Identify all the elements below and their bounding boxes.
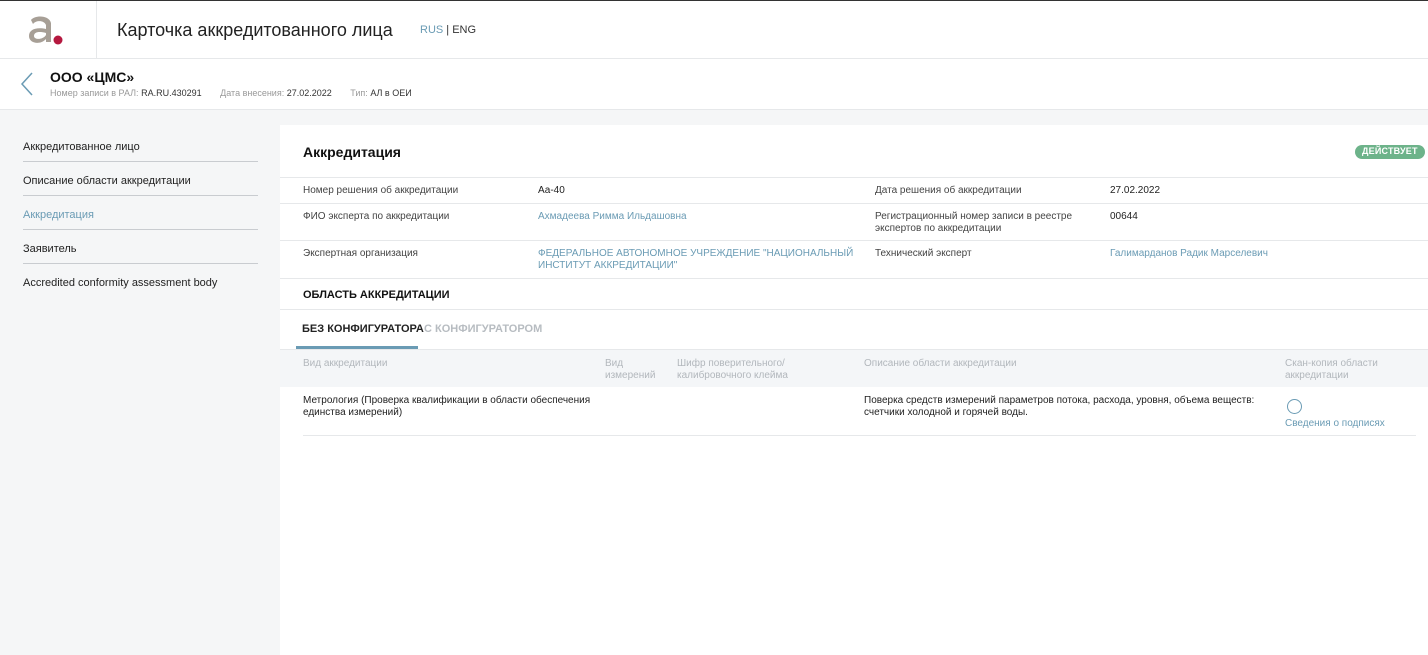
- cell-type: Метрология (Проверка квалификации в обла…: [303, 395, 590, 419]
- circle-icon[interactable]: [1287, 399, 1302, 414]
- card-title: Аккредитация: [303, 144, 401, 160]
- decision-date-value: 27.02.2022: [1110, 185, 1161, 196]
- divider: [280, 278, 1428, 279]
- tech-expert-link[interactable]: Галимарданов Радик Марселевич: [1110, 248, 1268, 260]
- tab-with-configurator[interactable]: С КОНФИГУРАТОРОМ: [424, 323, 542, 335]
- accreditation-card: Аккредитация ДЕЙСТВУЕТ Номер решения об …: [280, 125, 1428, 655]
- table-header: Вид аккредитации Вид измерений Шифр пове…: [280, 349, 1428, 387]
- reg-number-label-line: Регистрационный номер записи в реестре: [875, 211, 1073, 222]
- column-header-line: измерений: [605, 370, 656, 381]
- language-switcher: RUS | ENG: [420, 24, 476, 36]
- decision-number-label: Номер решения об аккредитации: [303, 185, 459, 196]
- status-badge: ДЕЙСТВУЕТ: [1355, 145, 1425, 159]
- divider: [280, 309, 1428, 310]
- expert-label: ФИО эксперта по аккредитации: [303, 211, 450, 222]
- record-label: Номер записи в РАЛ:: [50, 88, 139, 98]
- entity-header: ООО «ЦМС» Номер записи в РАЛ: RA.RU.4302…: [0, 59, 1428, 110]
- divider: [280, 177, 1428, 178]
- type-label: Тип:: [350, 88, 368, 98]
- entity-name: ООО «ЦМС»: [50, 69, 135, 85]
- cell-line: единства измерений): [303, 407, 403, 418]
- divider: [280, 240, 1428, 241]
- lang-eng-link[interactable]: ENG: [452, 24, 476, 36]
- reg-number-label-line: экспертов по аккредитации: [875, 223, 1002, 234]
- signature-info-link[interactable]: Сведения о подписях: [1285, 418, 1385, 430]
- decision-date-label: Дата решения об аккредитации: [875, 185, 1022, 196]
- sidebar-item-accredited-body[interactable]: Accredited conformity assessment body: [23, 264, 258, 298]
- expert-org-line: ИНСТИТУТ АККРЕДИТАЦИИ": [538, 260, 678, 271]
- column-header-line: аккредитации: [1285, 370, 1349, 381]
- top-bar: Карточка аккредитованного лица RUS | ENG: [0, 0, 1428, 59]
- column-header-line: Шифр поверительного/: [677, 358, 785, 369]
- column-header-line: Вид: [605, 358, 624, 369]
- reg-number-label: Регистрационный номер записи в реестре э…: [875, 211, 1072, 235]
- column-header-line: Скан-копия области: [1285, 358, 1378, 369]
- column-header-type: Вид аккредитации: [303, 358, 388, 369]
- date-value: 27.02.2022: [286, 88, 332, 98]
- scope-title: ОБЛАСТЬ АККРЕДИТАЦИИ: [303, 289, 450, 301]
- column-header-cipher: Шифр поверительного/ калибровочного клей…: [677, 358, 788, 382]
- cell-description: Поверка средств измерений параметров пот…: [864, 395, 1254, 419]
- page-title: Карточка аккредитованного лица: [117, 20, 393, 40]
- chevron-left-icon[interactable]: [19, 71, 35, 97]
- table-row-divider: [303, 435, 1416, 436]
- logo[interactable]: [0, 1, 97, 59]
- sidebar: Аккредитованное лицо Описание области ак…: [0, 110, 265, 655]
- record-value: RA.RU.430291: [141, 88, 202, 98]
- expert-org-line: ФЕДЕРАЛЬНОЕ АВТОНОМНОЕ УЧРЕЖДЕНИЕ "НАЦИО…: [538, 248, 854, 259]
- expert-link[interactable]: Ахмадеева Римма Ильдашовна: [538, 211, 687, 223]
- lang-rus-link[interactable]: RUS: [420, 24, 443, 36]
- sidebar-item-scope-description[interactable]: Описание области аккредитации: [23, 162, 258, 196]
- decision-number-value: Аа-40: [538, 185, 565, 196]
- lang-separator: |: [443, 24, 453, 36]
- date-label: Дата внесения:: [220, 88, 285, 98]
- cell-line: Метрология (Проверка квалификации в обла…: [303, 395, 591, 406]
- expert-org-label: Экспертная организация: [303, 248, 418, 259]
- sidebar-item-applicant[interactable]: Заявитель: [23, 230, 258, 264]
- cell-line: Поверка средств измерений параметров пот…: [864, 395, 1255, 406]
- type-value: АЛ в ОЕИ: [370, 88, 412, 98]
- tech-expert-label: Технический эксперт: [875, 248, 972, 259]
- cell-line: счетчики холодной и горячей воды.: [864, 407, 1028, 418]
- divider: [280, 203, 1428, 204]
- reg-number-value: 00644: [1110, 211, 1138, 222]
- tab-without-configurator[interactable]: БЕЗ КОНФИГУРАТОРА: [302, 323, 424, 335]
- column-header-measure: Вид измерений: [605, 358, 655, 382]
- sidebar-item-accreditation[interactable]: Аккредитация: [23, 196, 258, 230]
- column-header-description: Описание области аккредитации: [864, 358, 1017, 369]
- logo-icon: [29, 16, 63, 45]
- column-header-line: калибровочного клейма: [677, 370, 788, 381]
- column-header-scan: Скан-копия области аккредитации: [1285, 358, 1378, 382]
- expert-org-link[interactable]: ФЕДЕРАЛЬНОЕ АВТОНОМНОЕ УЧРЕЖДЕНИЕ "НАЦИО…: [538, 248, 853, 272]
- entity-meta: Номер записи в РАЛ: RA.RU.430291 Дата вн…: [50, 88, 428, 98]
- sidebar-item-accredited-person[interactable]: Аккредитованное лицо: [23, 128, 258, 162]
